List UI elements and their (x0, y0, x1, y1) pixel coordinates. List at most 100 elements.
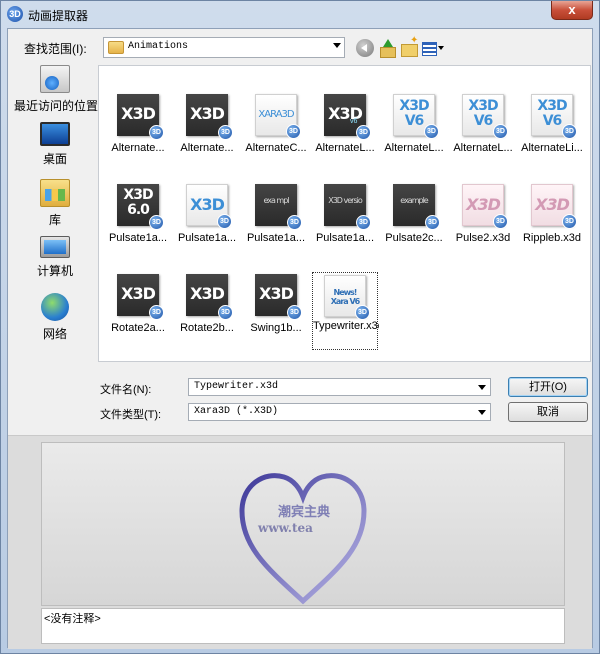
thumbnail-text: X3D 6.0 (123, 187, 153, 218)
lookin-combo[interactable]: Animations (103, 37, 345, 58)
filetype-label: 文件类型(T): (100, 409, 162, 421)
thumbnail-text: X3D (535, 195, 570, 214)
file-item[interactable]: X3D 3D Alternate... (105, 92, 171, 172)
file-thumbnail: example 3D (393, 184, 440, 230)
thumbnail-subtext: v6 (350, 118, 358, 125)
chevron-down-icon[interactable] (478, 410, 486, 415)
place-item[interactable]: 桌面 (14, 122, 96, 172)
file-item[interactable]: example 3D Pulsate2c... (381, 182, 447, 262)
file-thumbnail: X3D 3D (531, 184, 577, 229)
file-thumbnail: X3D 6.0 3D (117, 184, 164, 230)
file-name: Pulse2.x3d (455, 232, 511, 244)
file-item[interactable]: X3D 3D Pulse2.x3d (450, 182, 516, 262)
filename-value: Typewriter.x3d (194, 381, 279, 392)
place-label: 网络 (42, 327, 67, 341)
cancel-button[interactable]: 取消 (508, 402, 588, 422)
file-item[interactable]: X3D 6.0 3D Pulsate1a... (105, 182, 171, 262)
xara3d-badge-icon: 3D (356, 125, 371, 140)
file-thumbnail: X3D V6 3D (393, 94, 439, 139)
thumbnail-text: XARA3D (258, 109, 294, 120)
chevron-down-icon[interactable] (478, 385, 486, 390)
file-item[interactable]: X3D 3D Swing1b... (243, 272, 309, 352)
file-item[interactable]: X3D 3D Alternate... (174, 92, 240, 172)
file-name: Alternate... (111, 142, 165, 154)
thumbnail-text: example (400, 196, 428, 205)
file-item[interactable]: XARA3D 3D AlternateC... (243, 92, 309, 172)
dialog-body: 查找范围(I): Animations 最近访问的位置桌面库计算机网络 X3D3… (7, 28, 593, 649)
places-bar: 最近访问的位置 桌面库计算机网络 (14, 65, 99, 365)
open-button[interactable]: 打开(O) (508, 377, 588, 397)
place-item[interactable]: 网络 (14, 293, 96, 343)
thumbnail-text: X3D (466, 195, 501, 214)
place-item[interactable]: 计算机 (14, 236, 96, 286)
file-name: Rotate2b... (180, 322, 234, 334)
file-item[interactable]: X3D versio 3D Pulsate1a... (312, 182, 378, 262)
place-item[interactable]: 最近访问的位置 (14, 65, 99, 115)
folder-icon (108, 41, 124, 54)
file-item[interactable]: X3D V6 3D AlternateLi... (519, 92, 585, 172)
comment-text: <没有注释> (44, 613, 101, 625)
thumbnail-text: X3D (190, 195, 225, 214)
file-name: AlternateL... (384, 142, 444, 154)
xara3d-badge-icon: 3D (149, 125, 164, 140)
view-menu-icon[interactable] (421, 39, 445, 57)
file-thumbnail: X3D 3D (255, 274, 302, 320)
file-list[interactable]: X3D 3D Alternate... X3D 3D Alternate... XARA3D… (98, 65, 591, 362)
preview-area: 潮宾主典 www.tea (41, 442, 565, 606)
file-name: Pulsate1a... (108, 232, 168, 244)
chevron-down-icon (333, 43, 341, 48)
xara3d-badge-icon: 3D (218, 305, 233, 320)
file-name: AlternateL... (453, 142, 513, 154)
heart-preview-image (239, 473, 367, 605)
file-item[interactable]: X3D 3D Rotate2a... (105, 272, 171, 352)
thumbnail-text: X3D (190, 284, 225, 303)
file-thumbnail: X3D v6 3D (324, 94, 371, 140)
new-folder-icon[interactable] (400, 35, 418, 57)
thumbnail-text: X3D (190, 104, 225, 123)
file-item[interactable]: X3D 3D Rippleb.x3d (519, 182, 585, 262)
place-label: 最近访问的位置 (14, 99, 99, 113)
close-button[interactable]: x (551, 1, 593, 20)
libraries-icon (40, 179, 70, 207)
lookin-label: 查找范围(I): (24, 42, 87, 56)
title-bar[interactable]: 3D 动画提取器 x (1, 1, 599, 27)
thumbnail-text: X3D (328, 104, 363, 123)
xara3d-badge-icon: 3D (149, 215, 164, 230)
file-item[interactable]: exa mpl 3D Pulsate1a... (243, 182, 309, 262)
file-item[interactable]: X3D 3D Rotate2b... (174, 272, 240, 352)
desktop-icon (40, 122, 70, 146)
thumbnail-text: X3D (259, 284, 294, 303)
thumbnail-text: X3D (121, 104, 156, 123)
lookin-value: Animations (128, 41, 189, 52)
filename-input[interactable]: Typewriter.x3d (188, 378, 491, 396)
file-item[interactable]: X3D V6 3D AlternateL... (381, 92, 447, 172)
file-name: Swing1b... (250, 322, 302, 334)
file-item[interactable]: X3D 3D Pulsate1a... (174, 182, 240, 262)
file-thumbnail: X3D V6 3D (462, 94, 508, 139)
file-thumbnail: X3D versio 3D (324, 184, 371, 230)
file-name: Rotate2a... (111, 322, 165, 334)
file-thumbnail: X3D 3D (186, 94, 233, 140)
place-label: 桌面 (42, 152, 67, 166)
place-item[interactable]: 库 (14, 179, 96, 229)
xara3d-badge-icon: 3D (356, 215, 371, 230)
xara3d-badge-icon: 3D (287, 215, 302, 230)
file-name: Pulsate1a... (315, 232, 375, 244)
filetype-select[interactable]: Xara3D (*.X3D) (188, 403, 491, 421)
place-label: 库 (48, 213, 61, 227)
dialog-window: 3D 动画提取器 x 查找范围(I): Animations 最近访问的位置桌面… (0, 0, 600, 654)
xara3d-badge-icon: 3D (286, 124, 301, 139)
file-thumbnail: X3D V6 3D (531, 94, 577, 139)
xara3d-badge-icon: 3D (493, 124, 508, 139)
up-folder-icon[interactable] (378, 39, 396, 58)
xara3d-badge-icon: 3D (218, 125, 233, 140)
xara3d-badge-icon: 3D (493, 214, 508, 229)
place-label: 计算机 (36, 264, 73, 278)
file-item[interactable]: X3D V6 3D AlternateL... (450, 92, 516, 172)
thumbnail-text: exa mpl (263, 196, 289, 205)
file-item[interactable]: X3D v6 3D AlternateL... (312, 92, 378, 172)
file-item[interactable]: News! Xara V6 3D Typewriter.x3d (312, 272, 379, 350)
recent-places-icon (40, 65, 70, 93)
xara3d-badge-icon: 3D (424, 124, 439, 139)
back-icon[interactable] (356, 39, 374, 57)
